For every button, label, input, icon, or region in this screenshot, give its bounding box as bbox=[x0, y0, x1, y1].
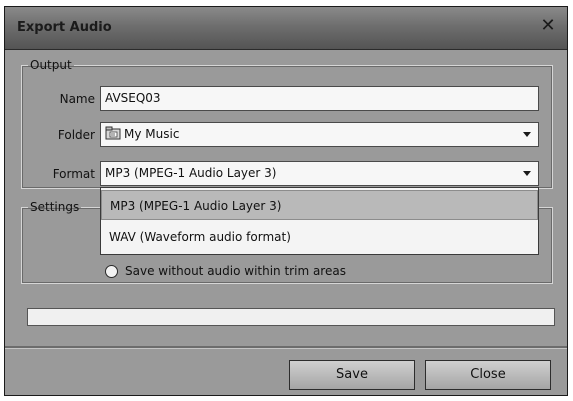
format-select[interactable]: MP3 (MPEG-1 Audio Layer 3) bbox=[100, 161, 539, 186]
title-bar[interactable]: Export Audio ✕ bbox=[5, 7, 567, 50]
name-label: Name bbox=[59, 92, 95, 106]
format-option-wav[interactable]: WAV (Waveform audio format) bbox=[101, 222, 538, 252]
format-label: Format bbox=[52, 167, 95, 181]
trim-radio[interactable] bbox=[105, 265, 118, 278]
progress-bar bbox=[27, 308, 555, 326]
format-dropdown-list: MP3 (MPEG-1 Audio Layer 3) WAV (Waveform… bbox=[100, 187, 539, 255]
folder-icon bbox=[105, 126, 121, 140]
save-button[interactable]: Save bbox=[289, 360, 415, 390]
close-icon[interactable]: ✕ bbox=[539, 17, 557, 35]
format-value: MP3 (MPEG-1 Audio Layer 3) bbox=[105, 166, 277, 180]
folder-select[interactable]: My Music bbox=[100, 122, 539, 147]
output-legend: Output bbox=[30, 58, 72, 72]
dialog-title: Export Audio bbox=[17, 20, 112, 35]
chevron-down-icon[interactable] bbox=[523, 132, 531, 137]
settings-legend: Settings bbox=[30, 200, 80, 214]
folder-label: Folder bbox=[57, 128, 95, 142]
folder-value: My Music bbox=[124, 127, 180, 141]
chevron-down-icon[interactable] bbox=[523, 171, 531, 176]
export-audio-dialog: Export Audio ✕ Output Name AVSEQ03 Folde… bbox=[4, 6, 568, 396]
close-button[interactable]: Close bbox=[425, 360, 551, 390]
name-input[interactable]: AVSEQ03 bbox=[100, 86, 539, 111]
format-option-mp3[interactable]: MP3 (MPEG-1 Audio Layer 3) bbox=[101, 190, 538, 220]
separator bbox=[5, 346, 567, 349]
dialog-body: Output Name AVSEQ03 Folder My Music Form… bbox=[5, 50, 567, 395]
trim-radio-label: Save without audio within trim areas bbox=[125, 264, 346, 278]
